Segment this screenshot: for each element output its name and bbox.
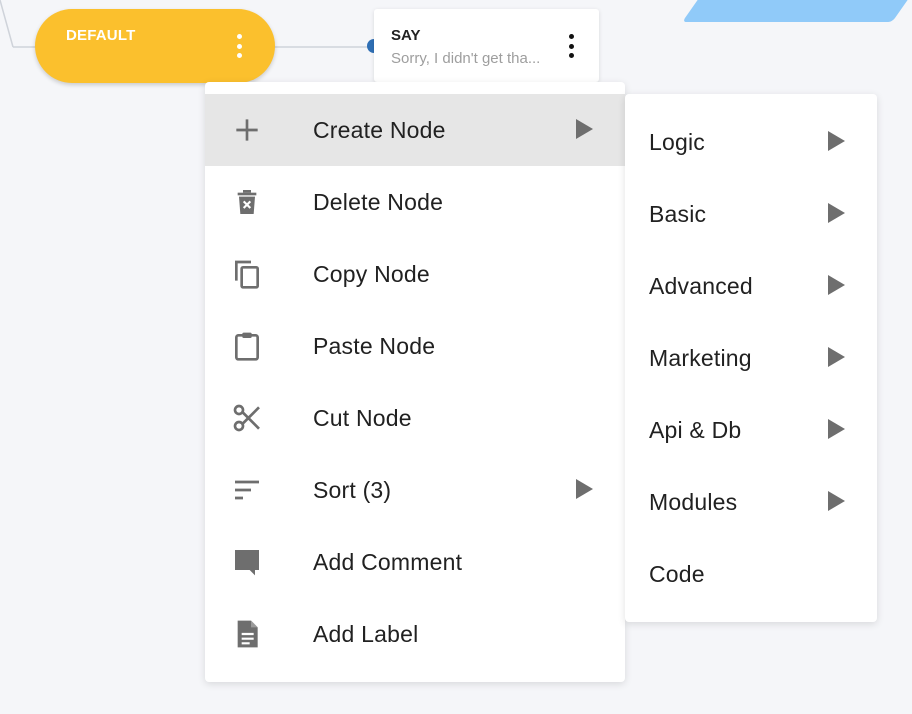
submenu-arrow-icon xyxy=(576,119,593,139)
sort-icon xyxy=(231,474,263,506)
comment-icon xyxy=(231,546,263,578)
create-node-submenu: Logic Basic Advanced Marketing Api & Db … xyxy=(625,94,877,622)
menu-item-cut-node[interactable]: Cut Node xyxy=(205,382,625,454)
submenu-item-label: Modules xyxy=(649,489,738,515)
menu-item-label: Paste Node xyxy=(313,333,436,359)
submenu-item-logic[interactable]: Logic xyxy=(625,106,877,178)
submenu-item-marketing[interactable]: Marketing xyxy=(625,322,877,394)
menu-item-label: Add Label xyxy=(313,621,419,647)
plus-icon xyxy=(231,114,263,146)
document-icon xyxy=(231,618,263,650)
menu-item-add-comment[interactable]: Add Comment xyxy=(205,526,625,598)
flow-canvas[interactable]: DEFAULT SAY Sorry, I didn't get tha... C… xyxy=(0,0,912,714)
submenu-arrow-icon xyxy=(828,491,845,511)
submenu-item-label: Basic xyxy=(649,201,707,227)
submenu-item-label: Marketing xyxy=(649,345,752,371)
menu-item-create-node[interactable]: Create Node xyxy=(205,94,625,166)
submenu-arrow-icon xyxy=(828,131,845,151)
submenu-item-api-db[interactable]: Api & Db xyxy=(625,394,877,466)
menu-item-add-label[interactable]: Add Label xyxy=(205,598,625,670)
menu-item-label: Delete Node xyxy=(313,189,444,215)
submenu-arrow-icon xyxy=(828,419,845,439)
submenu-item-basic[interactable]: Basic xyxy=(625,178,877,250)
scissors-icon xyxy=(231,402,263,434)
say-node[interactable]: SAY Sorry, I didn't get tha... xyxy=(374,9,599,82)
say-node-subtitle: Sorry, I didn't get tha... xyxy=(391,50,541,67)
menu-item-label: Sort (3) xyxy=(313,477,392,503)
trash-icon xyxy=(231,186,263,218)
context-menu: Create Node Delete Node Copy Node Paste … xyxy=(205,82,625,682)
say-node-menu-icon[interactable] xyxy=(566,34,576,58)
submenu-item-advanced[interactable]: Advanced xyxy=(625,250,877,322)
submenu-item-modules[interactable]: Modules xyxy=(625,466,877,538)
menu-item-label: Add Comment xyxy=(313,549,463,575)
submenu-item-label: Logic xyxy=(649,129,705,155)
default-node-menu-icon[interactable] xyxy=(234,34,244,58)
partial-node-shape xyxy=(682,0,912,22)
menu-item-label: Copy Node xyxy=(313,261,430,287)
menu-item-paste-node[interactable]: Paste Node xyxy=(205,310,625,382)
submenu-arrow-icon xyxy=(576,479,593,499)
default-node[interactable]: DEFAULT xyxy=(35,9,275,83)
submenu-item-code[interactable]: Code xyxy=(625,538,877,610)
menu-item-sort[interactable]: Sort (3) xyxy=(205,454,625,526)
submenu-arrow-icon xyxy=(828,203,845,223)
default-node-label: DEFAULT xyxy=(66,27,136,44)
copy-icon xyxy=(231,258,263,290)
menu-item-label: Cut Node xyxy=(313,405,412,431)
menu-item-delete-node[interactable]: Delete Node xyxy=(205,166,625,238)
submenu-item-label: Api & Db xyxy=(649,417,742,443)
clipboard-icon xyxy=(231,330,263,362)
submenu-item-label: Advanced xyxy=(649,273,753,299)
submenu-arrow-icon xyxy=(828,347,845,367)
menu-item-copy-node[interactable]: Copy Node xyxy=(205,238,625,310)
menu-item-label: Create Node xyxy=(313,117,446,143)
submenu-item-label: Code xyxy=(649,561,705,587)
submenu-arrow-icon xyxy=(828,275,845,295)
say-node-title: SAY xyxy=(391,27,421,44)
